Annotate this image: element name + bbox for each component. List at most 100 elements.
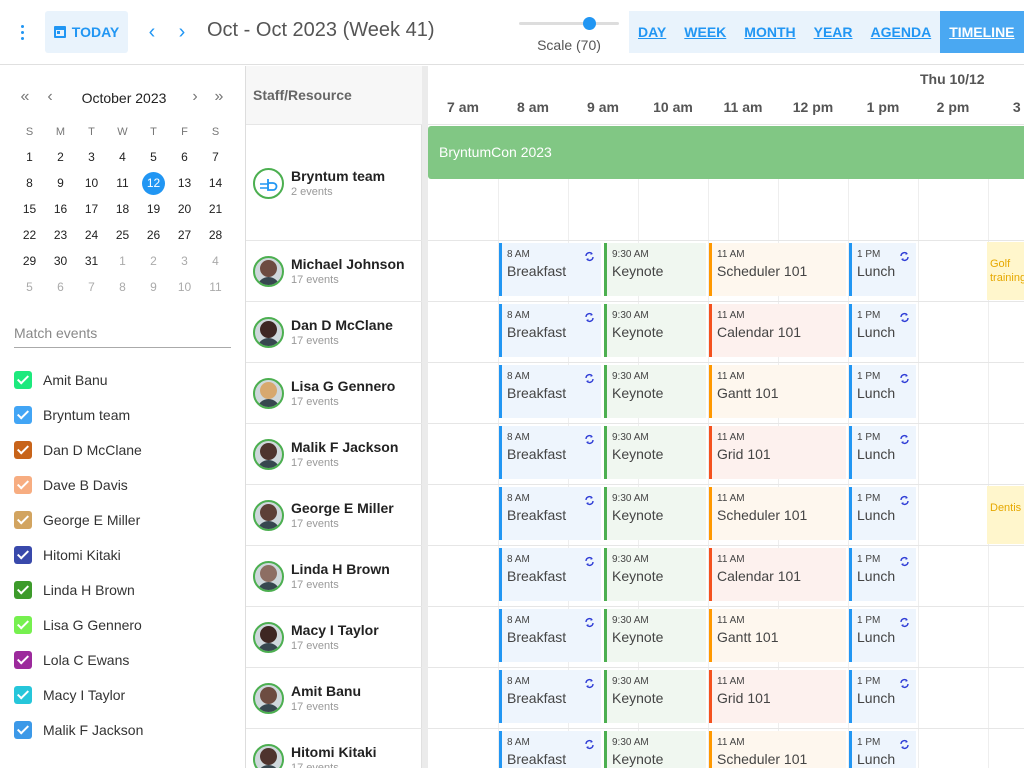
calendar-day[interactable]: 29	[14, 248, 45, 274]
event-bar[interactable]: 1 PM Lunch	[849, 731, 916, 768]
resource-filter-item[interactable]: Lisa G Gennero	[14, 607, 244, 642]
event-bar[interactable]: 1 PM Lunch	[849, 365, 916, 418]
event-bar[interactable]: 9:30 AM Keynote	[604, 365, 706, 418]
checkbox-checked-icon[interactable]	[14, 720, 32, 739]
calendar-day[interactable]: 2	[45, 144, 76, 170]
prev-period-button[interactable]: ‹	[145, 20, 159, 44]
view-week-button[interactable]: WEEK	[675, 11, 736, 53]
event-bar[interactable]: 8 AM Breakfast	[499, 426, 601, 479]
resource-filter-item[interactable]: Linda H Brown	[14, 572, 244, 607]
event-bar[interactable]: Golf training	[987, 242, 1024, 300]
checkbox-checked-icon[interactable]	[14, 405, 32, 424]
calendar-day[interactable]: 2	[138, 248, 169, 274]
event-bar[interactable]: 11 AM Scheduler 101	[709, 243, 846, 296]
calendar-day[interactable]: 28	[200, 222, 231, 248]
calendar-day[interactable]: 16	[45, 196, 76, 222]
resource-filter-item[interactable]: Hitomi Kitaki	[14, 537, 244, 572]
match-events-input[interactable]	[14, 318, 231, 348]
event-bar[interactable]: 8 AM Breakfast	[499, 670, 601, 723]
event-bar[interactable]: 9:30 AM Keynote	[604, 243, 706, 296]
calendar-day[interactable]: 10	[169, 274, 200, 300]
resource-filter-item[interactable]: Lola C Ewans	[14, 642, 244, 677]
scale-track[interactable]	[519, 22, 619, 25]
resource-row[interactable]: Linda H Brown 17 events	[246, 546, 422, 607]
resource-filter-item[interactable]: Malik F Jackson	[14, 712, 244, 747]
checkbox-checked-icon[interactable]	[14, 545, 32, 564]
event-bar[interactable]: 9:30 AM Keynote	[604, 548, 706, 601]
calendar-day[interactable]: 6	[45, 274, 76, 300]
calendar-day[interactable]: 12	[138, 170, 169, 196]
checkbox-checked-icon[interactable]	[14, 475, 32, 494]
calendar-day[interactable]: 27	[169, 222, 200, 248]
event-bar[interactable]: 1 PM Lunch	[849, 426, 916, 479]
resource-row[interactable]: Hitomi Kitaki 17 events	[246, 729, 422, 768]
event-bar[interactable]: 11 AM Scheduler 101	[709, 731, 846, 768]
menu-dots-icon[interactable]	[10, 18, 34, 46]
calendar-day[interactable]: 3	[169, 248, 200, 274]
calendar-day[interactable]: 4	[200, 248, 231, 274]
event-bar[interactable]: 8 AM Breakfast	[499, 487, 601, 540]
calendar-day[interactable]: 7	[200, 144, 231, 170]
event-bar[interactable]: 9:30 AM Keynote	[604, 426, 706, 479]
event-bar[interactable]: 11 AM Calendar 101	[709, 304, 846, 357]
calendar-day[interactable]: 6	[169, 144, 200, 170]
resource-row[interactable]: Michael Johnson 17 events	[246, 241, 422, 302]
event-bar[interactable]: 8 AM Breakfast	[499, 243, 601, 296]
resource-row[interactable]: Dan D McClane 17 events	[246, 302, 422, 363]
event-bar[interactable]: 1 PM Lunch	[849, 609, 916, 662]
calendar-day[interactable]: 20	[169, 196, 200, 222]
calendar-day[interactable]: 23	[45, 222, 76, 248]
next-period-button[interactable]: ›	[175, 20, 189, 44]
event-bar[interactable]: 11 AM Calendar 101	[709, 548, 846, 601]
calendar-day[interactable]: 1	[14, 144, 45, 170]
event-bar[interactable]: 8 AM Breakfast	[499, 365, 601, 418]
calendar-day[interactable]: 13	[169, 170, 200, 196]
next-month-button[interactable]: ›	[186, 88, 204, 110]
next-year-button[interactable]: »	[210, 88, 228, 110]
prev-year-button[interactable]: «	[16, 88, 34, 110]
prev-month-button[interactable]: ‹	[41, 88, 59, 110]
calendar-day[interactable]: 3	[76, 144, 107, 170]
calendar-day[interactable]: 7	[76, 274, 107, 300]
event-bar[interactable]: 1 PM Lunch	[849, 487, 916, 540]
calendar-day[interactable]: 22	[14, 222, 45, 248]
resource-row[interactable]: George E Miller 17 events	[246, 485, 422, 546]
scale-slider[interactable]: Scale (70)	[518, 14, 620, 54]
calendar-day[interactable]: 31	[76, 248, 107, 274]
event-bar[interactable]: 9:30 AM Keynote	[604, 487, 706, 540]
resource-filter-item[interactable]: Bryntum team	[14, 397, 244, 432]
event-bar[interactable]: Dentis	[987, 486, 1024, 544]
event-bar[interactable]: 1 PM Lunch	[849, 243, 916, 296]
event-bar[interactable]: 11 AM Grid 101	[709, 670, 846, 723]
scale-thumb[interactable]	[583, 17, 596, 30]
event-bar[interactable]: 8 AM Breakfast	[499, 548, 601, 601]
checkbox-checked-icon[interactable]	[14, 440, 32, 459]
calendar-day[interactable]: 11	[107, 170, 138, 196]
calendar-day[interactable]: 21	[200, 196, 231, 222]
calendar-day[interactable]: 8	[107, 274, 138, 300]
calendar-day[interactable]: 30	[45, 248, 76, 274]
calendar-day[interactable]: 9	[138, 274, 169, 300]
event-bar[interactable]: 8 AM Breakfast	[499, 304, 601, 357]
calendar-day[interactable]: 5	[138, 144, 169, 170]
event-bar[interactable]: 1 PM Lunch	[849, 670, 916, 723]
calendar-day[interactable]: 25	[107, 222, 138, 248]
calendar-day[interactable]: 26	[138, 222, 169, 248]
today-button[interactable]: TODAY	[45, 11, 128, 53]
view-timeline-button[interactable]: TIMELINE	[940, 11, 1024, 53]
calendar-day[interactable]: 17	[76, 196, 107, 222]
event-bar[interactable]: 11 AM Gantt 101	[709, 609, 846, 662]
resource-row[interactable]: Macy I Taylor 17 events	[246, 607, 422, 668]
view-day-button[interactable]: DAY	[629, 11, 676, 53]
calendar-day[interactable]: 11	[200, 274, 231, 300]
calendar-day[interactable]: 18	[107, 196, 138, 222]
calendar-day[interactable]: 15	[14, 196, 45, 222]
resource-filter-item[interactable]: Dan D McClane	[14, 432, 244, 467]
calendar-day[interactable]: 8	[14, 170, 45, 196]
event-bar[interactable]: 1 PM Lunch	[849, 304, 916, 357]
calendar-day[interactable]: 14	[200, 170, 231, 196]
event-bar[interactable]: 9:30 AM Keynote	[604, 304, 706, 357]
event-bar[interactable]: 8 AM Breakfast	[499, 731, 601, 768]
resource-row[interactable]: Lisa G Gennero 17 events	[246, 363, 422, 424]
event-bar[interactable]: 9:30 AM Keynote	[604, 609, 706, 662]
